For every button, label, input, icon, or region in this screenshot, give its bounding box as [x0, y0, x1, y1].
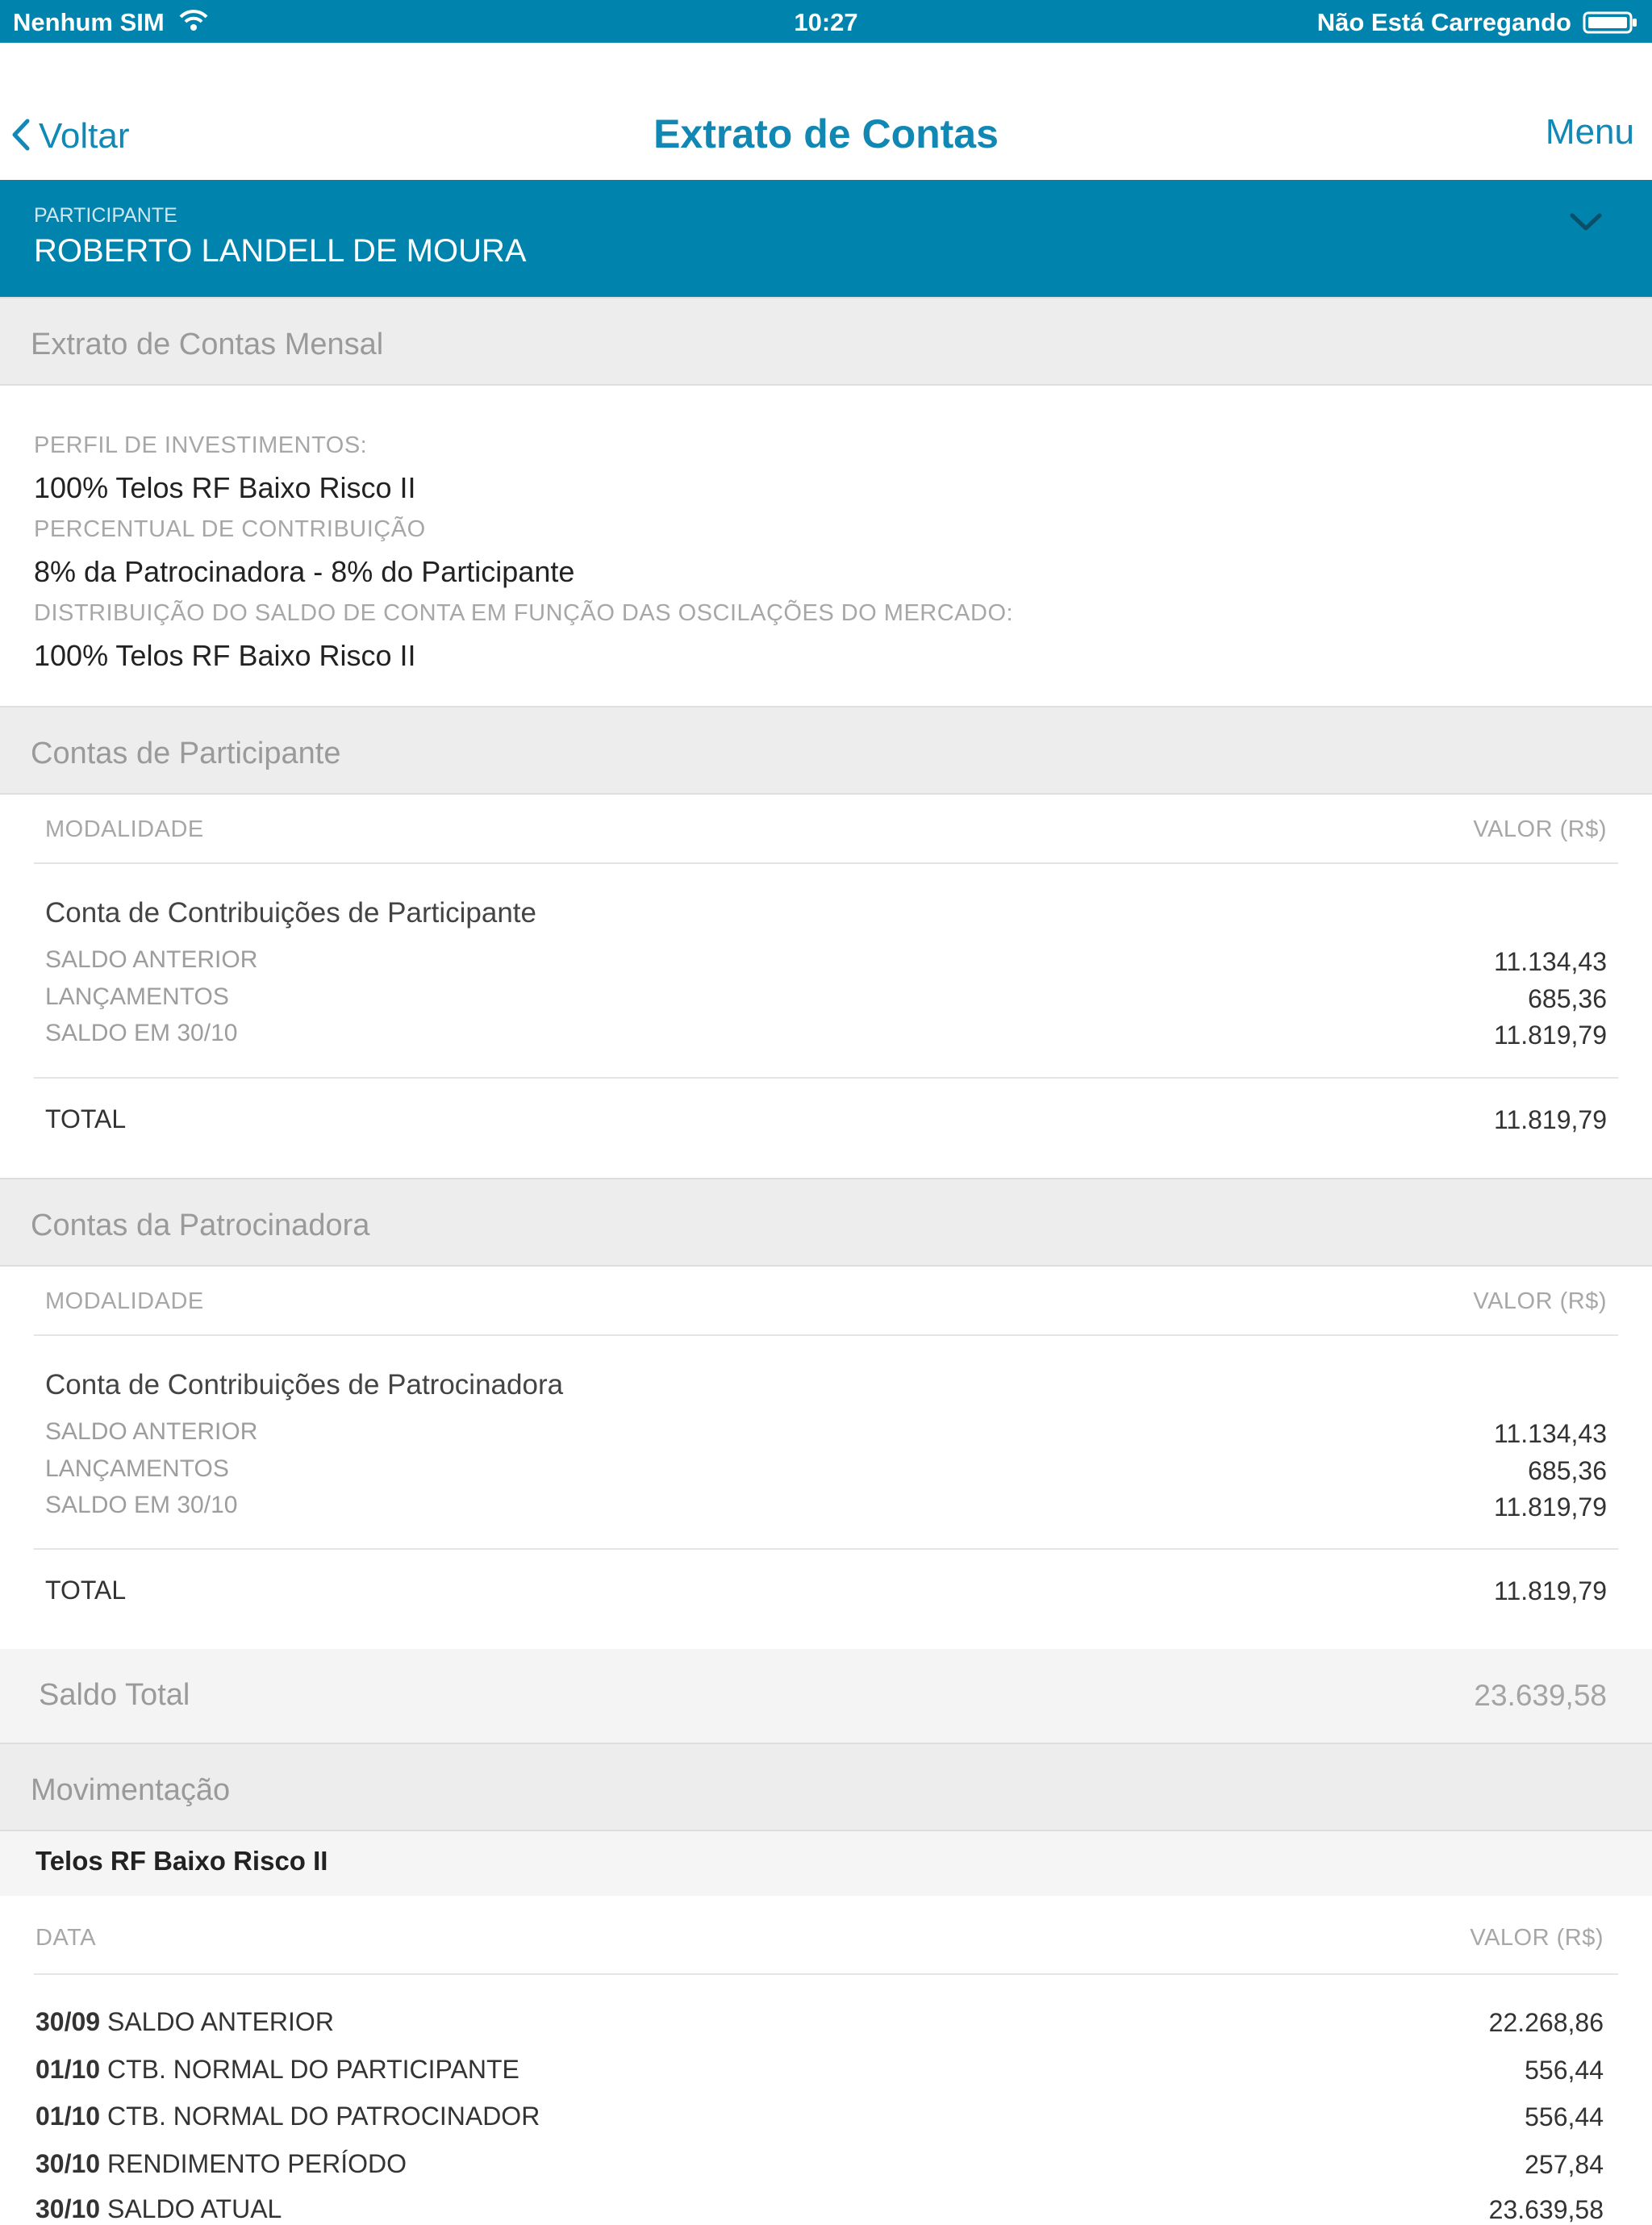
column-header-modalidade: MODALIDADE — [45, 816, 204, 842]
total-value: 11.819,79 — [1494, 1105, 1607, 1134]
row-label: LANÇAMENTOS — [45, 1455, 229, 1482]
row-label: SALDO ANTERIOR — [45, 946, 258, 973]
field-label-perfil: PERFIL DE INVESTIMENTOS: — [34, 432, 368, 458]
column-header-modalidade: MODALIDADE — [45, 1288, 204, 1314]
account-name: Conta de Contribuições de Participante — [45, 897, 536, 929]
section-header-movimentacao: Movimentação — [0, 1743, 1652, 1831]
row-label: SALDO EM 30/10 — [45, 1492, 238, 1518]
participant-selector[interactable]: PARTICIPANTE ROBERTO LANDELL DE MOURA — [0, 180, 1652, 297]
divider — [34, 1548, 1618, 1550]
fund-name: Telos RF Baixo Risco II — [35, 1846, 328, 1876]
movement-date: 30/10 — [35, 2194, 101, 2223]
field-value-perfil: 100% Telos RF Baixo Risco II — [34, 471, 416, 504]
movement-date: 01/10 — [35, 2102, 101, 2131]
field-value-percentual: 8% da Patrocinadora - 8% do Participante — [34, 555, 575, 588]
movement-date: 30/09 — [35, 2007, 101, 2036]
page-title: Extrato de Contas — [653, 111, 999, 157]
movement-date: 30/10 — [35, 2149, 101, 2178]
battery-status-label: Não Está Carregando — [1316, 8, 1571, 36]
movement-value: 556,44 — [1525, 2056, 1604, 2085]
movement-value: 22.268,86 — [1488, 2008, 1604, 2037]
row-label: SALDO EM 30/10 — [45, 1020, 238, 1046]
field-label-percentual: PERCENTUAL DE CONTRIBUIÇÃO — [34, 516, 426, 542]
column-header-valor: VALOR (R$) — [1473, 816, 1607, 842]
row-value: 685,36 — [1528, 984, 1607, 1013]
section-header-participant-accounts: Contas de Participante — [0, 706, 1652, 795]
participant-label: PARTICIPANTE — [34, 204, 177, 227]
divider — [34, 862, 1618, 864]
navigation-bar: Voltar Extrato de Contas Menu — [0, 43, 1652, 180]
section-title: Contas de Participante — [31, 737, 341, 770]
saldo-total-bar: Saldo Total 23.639,58 — [0, 1649, 1652, 1743]
divider — [34, 1077, 1618, 1079]
account-name: Conta de Contribuições de Patrocinadora — [45, 1369, 564, 1401]
field-label-distribuicao: DISTRIBUIÇÃO DO SALDO DE CONTA EM FUNÇÃO… — [34, 600, 1014, 626]
column-header-data: DATA — [35, 1925, 97, 1951]
movement-row: 01/10 CTB. NORMAL DO PARTICIPANTE — [35, 2055, 519, 2085]
movement-row: 30/10 RENDIMENTO PERÍODO — [35, 2149, 407, 2179]
movement-description: SALDO ANTERIOR — [106, 2007, 334, 2036]
movement-value: 556,44 — [1525, 2102, 1604, 2131]
menu-button[interactable]: Menu — [1546, 112, 1634, 152]
fund-header: Telos RF Baixo Risco II — [0, 1831, 1652, 1896]
saldo-total-label: Saldo Total — [39, 1678, 190, 1712]
section-title: Movimentação — [31, 1773, 231, 1807]
divider — [34, 1334, 1618, 1336]
row-value: 11.134,43 — [1494, 1419, 1607, 1448]
battery-icon — [1583, 11, 1639, 38]
row-value: 685,36 — [1528, 1456, 1607, 1485]
section-title: Extrato de Contas Mensal — [31, 328, 384, 361]
row-label: LANÇAMENTOS — [45, 983, 229, 1010]
participant-name: ROBERTO LANDELL DE MOURA — [34, 233, 527, 269]
movement-row: 30/09 SALDO ANTERIOR — [35, 2007, 334, 2037]
row-label: SALDO ANTERIOR — [45, 1418, 258, 1445]
column-header-valor: VALOR (R$) — [1470, 1925, 1604, 1951]
section-title: Contas da Patrocinadora — [31, 1209, 370, 1242]
total-value: 11.819,79 — [1494, 1576, 1607, 1605]
movement-date: 01/10 — [35, 2055, 101, 2084]
movement-description: SALDO ATUAL — [106, 2194, 282, 2223]
movement-description: CTB. NORMAL DO PATROCINADOR — [106, 2102, 540, 2131]
movement-row: 01/10 CTB. NORMAL DO PATROCINADOR — [35, 2102, 540, 2131]
section-header-monthly: Extrato de Contas Mensal — [0, 297, 1652, 386]
section-header-sponsor-accounts: Contas da Patrocinadora — [0, 1178, 1652, 1267]
total-label: TOTAL — [45, 1104, 127, 1133]
row-value: 11.134,43 — [1494, 947, 1607, 976]
movement-description: RENDIMENTO PERÍODO — [106, 2149, 407, 2178]
row-value: 11.819,79 — [1494, 1021, 1607, 1050]
status-bar: Nenhum SIM 10:27 Não Está Carregando — [0, 0, 1652, 43]
movement-value: 257,84 — [1525, 2150, 1604, 2179]
movement-value: 23.639,58 — [1488, 2195, 1604, 2224]
saldo-total-value: 23.639,58 — [1474, 1679, 1607, 1712]
row-value: 11.819,79 — [1494, 1492, 1607, 1522]
movement-description: CTB. NORMAL DO PARTICIPANTE — [106, 2055, 519, 2084]
field-value-distribuicao: 100% Telos RF Baixo Risco II — [34, 639, 416, 672]
movement-row: 30/10 SALDO ATUAL — [35, 2194, 282, 2224]
chevron-down-icon[interactable] — [1570, 212, 1602, 236]
divider — [34, 1973, 1618, 1975]
column-header-valor: VALOR (R$) — [1473, 1288, 1607, 1314]
total-label: TOTAL — [45, 1576, 127, 1605]
